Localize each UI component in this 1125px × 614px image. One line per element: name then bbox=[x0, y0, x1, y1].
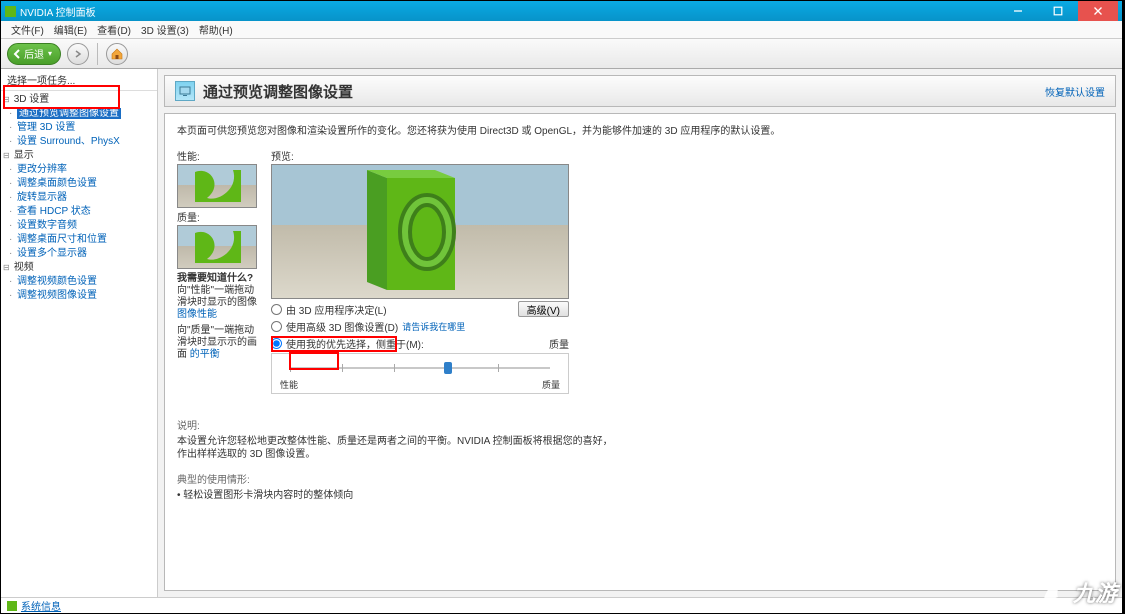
header-icon bbox=[175, 81, 195, 101]
close-button[interactable] bbox=[1078, 1, 1118, 21]
help-link-perf[interactable]: 图像性能 bbox=[177, 309, 217, 320]
sidebar: 选择一项任务... 3D 设置 通过预览调整图像设置 管理 3D 设置 设置 S… bbox=[1, 69, 158, 597]
slider-left-label: 性能 bbox=[280, 378, 298, 391]
tree-item-audio[interactable]: 设置数字音频 bbox=[3, 219, 155, 233]
help-block-2: 向"质量"一端拖动滑块时显示示的画面 的平衡 bbox=[177, 325, 263, 361]
menu-view[interactable]: 查看(D) bbox=[93, 22, 135, 37]
home-button[interactable] bbox=[106, 43, 128, 65]
quality-slider-area: 性能 质量 bbox=[271, 353, 569, 394]
status-chip-icon bbox=[7, 601, 17, 611]
radio-advanced[interactable] bbox=[271, 321, 282, 332]
menu-help[interactable]: 帮助(H) bbox=[195, 22, 237, 37]
menu-edit[interactable]: 编辑(E) bbox=[50, 22, 91, 37]
back-label: 后退 bbox=[24, 46, 44, 61]
back-button[interactable]: 后退 ▾ bbox=[7, 43, 61, 65]
description-section: 说明: 本设置允许您轻松地更改整体性能、质量还是两者之间的平衡。NVIDIA 控… bbox=[177, 420, 1103, 502]
tree-item-preview[interactable]: 通过预览调整图像设置 bbox=[3, 107, 155, 121]
radio-app-decide[interactable] bbox=[271, 304, 282, 315]
tree-cat-3d[interactable]: 3D 设置 bbox=[3, 93, 155, 107]
page-header: 通过预览调整图像设置 恢复默认设置 bbox=[164, 75, 1116, 107]
thumb-quality bbox=[177, 225, 257, 269]
tree-item-sizepos[interactable]: 调整桌面尺寸和位置 bbox=[3, 233, 155, 247]
qual-label: 质量: bbox=[177, 209, 263, 224]
advanced-button[interactable]: 高级(V) bbox=[518, 301, 569, 317]
titlebar: NVIDIA 控制面板 bbox=[1, 1, 1122, 21]
page-body: 本页面可供您预览您对图像和渲染设置所作的变化。您还将获为使用 Direct3D … bbox=[164, 113, 1116, 591]
tree-item-videocolor[interactable]: 调整视频颜色设置 bbox=[3, 275, 155, 289]
nvidia-logo-icon bbox=[5, 6, 16, 17]
perf-label: 性能: bbox=[177, 148, 263, 163]
tree-item-multidisp[interactable]: 设置多个显示器 bbox=[3, 247, 155, 261]
preview-3d-scene bbox=[271, 164, 569, 299]
sidebar-header: 选择一项任务... bbox=[1, 69, 157, 91]
tree-item-resolution[interactable]: 更改分辨率 bbox=[3, 163, 155, 177]
maximize-button[interactable] bbox=[1038, 1, 1078, 21]
system-info-link[interactable]: 系统信息 bbox=[21, 598, 61, 613]
slider-right-label: 质量 bbox=[542, 378, 560, 391]
help-link-balance[interactable]: 的平衡 bbox=[190, 349, 220, 360]
forward-button[interactable] bbox=[67, 43, 89, 65]
radio-pref-label: 使用我的优先选择，侧重于(M): bbox=[286, 336, 424, 351]
quality-slider[interactable] bbox=[280, 360, 560, 376]
radio-app-label: 由 3D 应用程序决定(L) bbox=[286, 302, 387, 317]
radio-my-preference[interactable] bbox=[271, 338, 282, 349]
restore-defaults-link[interactable]: 恢复默认设置 bbox=[1045, 84, 1105, 99]
pref-right-label: 质量 bbox=[549, 336, 569, 351]
intro-text: 本页面可供您预览您对图像和渲染设置所作的变化。您还将获为使用 Direct3D … bbox=[177, 122, 1103, 137]
link-where[interactable]: 请告诉我在哪里 bbox=[402, 320, 465, 333]
thumb-performance bbox=[177, 164, 257, 208]
window-title: NVIDIA 控制面板 bbox=[20, 4, 96, 19]
tree-item-surround[interactable]: 设置 Surround、PhysX bbox=[3, 135, 155, 149]
app-window: NVIDIA 控制面板 文件(F) 编辑(E) 查看(D) 3D 设置(3) 帮… bbox=[1, 1, 1122, 613]
menu-3d[interactable]: 3D 设置(3) bbox=[137, 22, 193, 37]
help-block-1: 我需要知道什么? 向"性能"一端拖动滑块时显示的图像 图像性能 bbox=[177, 273, 263, 321]
tree-item-manage3d[interactable]: 管理 3D 设置 bbox=[3, 121, 155, 135]
slider-thumb[interactable] bbox=[444, 362, 452, 374]
page-title: 通过预览调整图像设置 bbox=[203, 81, 353, 102]
minimize-button[interactable] bbox=[998, 1, 1038, 21]
nav-tree: 3D 设置 通过预览调整图像设置 管理 3D 设置 设置 Surround、Ph… bbox=[1, 91, 157, 305]
tree-item-videoimage[interactable]: 调整视频图像设置 bbox=[3, 289, 155, 303]
toolbar: 后退 ▾ bbox=[1, 39, 1122, 69]
menu-file[interactable]: 文件(F) bbox=[7, 22, 48, 37]
tree-item-hdcp[interactable]: 查看 HDCP 状态 bbox=[3, 205, 155, 219]
tree-cat-display[interactable]: 显示 bbox=[3, 149, 155, 163]
controls-block: 由 3D 应用程序决定(L) 高级(V) 使用高级 3D 图像设置(D) 请告诉… bbox=[271, 301, 569, 394]
statusbar: 系统信息 bbox=[1, 597, 1122, 613]
preview-label: 预览: bbox=[271, 148, 569, 163]
tree-cat-video[interactable]: 视频 bbox=[3, 261, 155, 275]
menubar: 文件(F) 编辑(E) 查看(D) 3D 设置(3) 帮助(H) bbox=[1, 21, 1122, 39]
content-area: 通过预览调整图像设置 恢复默认设置 本页面可供您预览您对图像和渲染设置所作的变化… bbox=[158, 69, 1122, 597]
radio-adv-label: 使用高级 3D 图像设置(D) bbox=[286, 319, 398, 334]
tree-item-desktopcolor[interactable]: 调整桌面颜色设置 bbox=[3, 177, 155, 191]
tree-item-rotate[interactable]: 旋转显示器 bbox=[3, 191, 155, 205]
